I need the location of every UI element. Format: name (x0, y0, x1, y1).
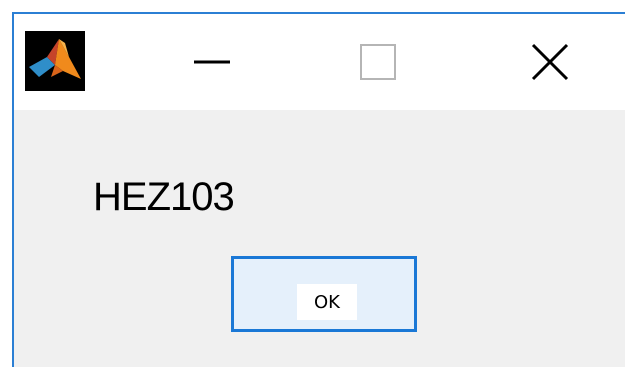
minimize-button[interactable] (172, 36, 252, 88)
close-icon (531, 43, 569, 81)
close-button[interactable] (510, 36, 590, 88)
maximize-button[interactable] (338, 36, 418, 88)
message-text: HEZ103 (93, 175, 235, 219)
ok-button-label: OK (297, 284, 357, 320)
dialog-body: HEZ103 OK (14, 110, 625, 367)
title-bar[interactable] (14, 14, 625, 110)
matlab-logo-icon (25, 31, 85, 91)
ok-button[interactable]: OK (231, 256, 417, 332)
message-dialog-window: HEZ103 OK (12, 12, 625, 367)
minimize-icon (194, 60, 230, 64)
maximize-icon (360, 44, 396, 80)
